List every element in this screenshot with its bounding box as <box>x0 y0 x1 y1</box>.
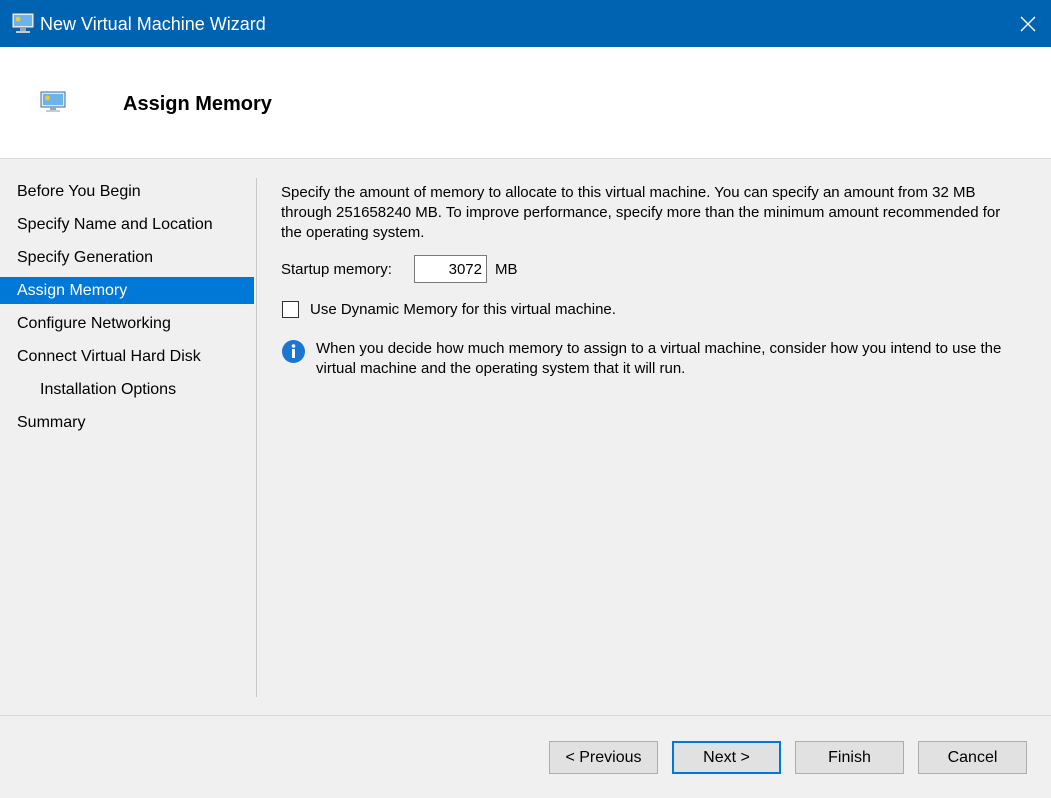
virtual-machine-icon <box>40 91 66 112</box>
page-title: Assign Memory <box>123 93 272 115</box>
nav-divider <box>256 178 257 697</box>
footer-divider <box>0 715 1051 716</box>
nav-item-specify-name-and-location[interactable]: Specify Name and Location <box>0 211 254 238</box>
dynamic-memory-label[interactable]: Use Dynamic Memory for this virtual mach… <box>310 301 616 318</box>
wizard-steps-nav: Before You Begin Specify Name and Locati… <box>0 178 256 698</box>
nav-item-configure-networking[interactable]: Configure Networking <box>0 310 254 337</box>
finish-button[interactable]: Finish <box>795 741 904 774</box>
nav-item-specify-generation[interactable]: Specify Generation <box>0 244 254 271</box>
startup-memory-row: Startup memory: MB <box>281 254 518 284</box>
main-content: Specify the amount of memory to allocate… <box>281 183 1026 243</box>
previous-button[interactable]: < Previous <box>549 741 658 774</box>
close-icon <box>1020 16 1036 31</box>
nav-item-before-you-begin[interactable]: Before You Begin <box>0 178 254 205</box>
close-button[interactable] <box>1005 0 1051 47</box>
nav-item-summary[interactable]: Summary <box>0 409 254 436</box>
nav-item-installation-options[interactable]: Installation Options <box>0 376 254 403</box>
nav-item-connect-virtual-hard-disk[interactable]: Connect Virtual Hard Disk <box>0 343 254 370</box>
title-bar: New Virtual Machine Wizard <box>0 0 1051 47</box>
dynamic-memory-checkbox[interactable] <box>282 300 299 318</box>
dynamic-memory-row: Use Dynamic Memory for this virtual mach… <box>282 299 616 319</box>
wizard-header: Assign Memory <box>0 47 1051 159</box>
window-title: New Virtual Machine Wizard <box>40 14 266 34</box>
startup-memory-label: Startup memory: <box>281 260 392 278</box>
nav-item-assign-memory[interactable]: Assign Memory <box>0 277 254 304</box>
next-button[interactable]: Next > <box>672 741 781 774</box>
startup-memory-unit: MB <box>495 260 518 278</box>
info-row: When you decide how much memory to assig… <box>281 339 1021 379</box>
memory-description: Specify the amount of memory to allocate… <box>281 184 1001 241</box>
cancel-button[interactable]: Cancel <box>918 741 1027 774</box>
info-text: When you decide how much memory to assig… <box>316 340 1002 377</box>
info-icon <box>282 340 305 363</box>
startup-memory-input[interactable] <box>414 255 487 283</box>
virtual-machine-icon <box>11 12 35 33</box>
